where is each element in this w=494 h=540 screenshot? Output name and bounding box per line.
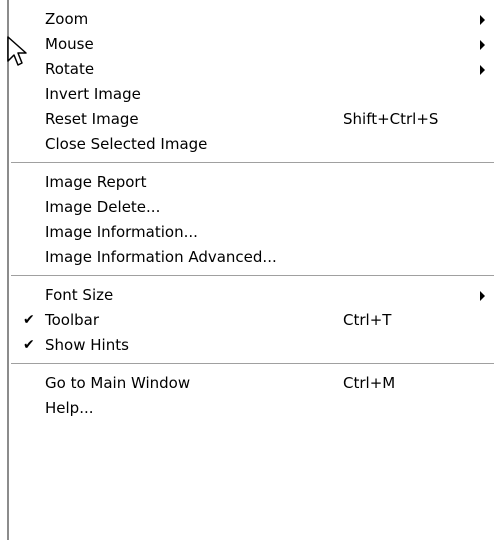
menu-item-label: Image Information... xyxy=(45,223,198,241)
menu-item-mouse[interactable]: Mouse xyxy=(9,32,494,57)
chevron-right-icon xyxy=(480,15,485,25)
menu-item-label: Mouse xyxy=(45,35,94,53)
menu-item-close-selected-image[interactable]: Close Selected Image xyxy=(9,132,494,157)
menu-item-zoom[interactable]: Zoom xyxy=(9,7,494,32)
menu-separator xyxy=(9,358,494,371)
menu-item-rotate[interactable]: Rotate xyxy=(9,57,494,82)
chevron-right-icon xyxy=(480,291,485,301)
menu-item-label: Go to Main Window xyxy=(45,374,191,392)
menu-item-font-size[interactable]: Font Size xyxy=(9,283,494,308)
menu-separator xyxy=(9,157,494,170)
menu-item-image-report[interactable]: Image Report xyxy=(9,170,494,195)
menu-item-label: Reset Image xyxy=(45,110,139,128)
menu-item-label: Show Hints xyxy=(45,336,129,354)
menu-item-label: Rotate xyxy=(45,60,95,78)
menu-item-image-information[interactable]: Image Information... xyxy=(9,220,494,245)
menu-item-label: Image Information Advanced... xyxy=(45,248,277,266)
menu-item-label: Toolbar xyxy=(45,311,100,329)
menu-item-image-information-advanced[interactable]: Image Information Advanced... xyxy=(9,245,494,270)
menu-item-label: Invert Image xyxy=(45,85,141,103)
chevron-right-icon xyxy=(480,65,485,75)
menu-item-label: Close Selected Image xyxy=(45,135,208,153)
menu-item-go-to-main-window[interactable]: Go to Main Window Ctrl+M xyxy=(9,371,494,396)
menu-item-label: Image Delete... xyxy=(45,198,161,216)
menu-separator xyxy=(9,270,494,283)
menu-item-reset-image[interactable]: Reset Image Shift+Ctrl+S xyxy=(9,107,494,132)
menu-item-label: Zoom xyxy=(45,10,89,28)
menu-item-image-delete[interactable]: Image Delete... xyxy=(9,195,494,220)
menu-item-show-hints[interactable]: ✔ Show Hints xyxy=(9,333,494,358)
mouse-pointer-icon xyxy=(7,36,27,66)
menu-item-label: Font Size xyxy=(45,286,114,304)
menu-top-padding xyxy=(9,0,494,7)
menu-item-shortcut: Ctrl+M xyxy=(343,374,396,392)
chevron-right-icon xyxy=(480,40,485,50)
menu-item-shortcut: Ctrl+T xyxy=(343,311,392,329)
menu-item-help[interactable]: Help... xyxy=(9,396,494,421)
menu-item-label: Help... xyxy=(45,399,94,417)
check-icon: ✔ xyxy=(23,337,35,353)
context-menu: Zoom Mouse Rotate Invert Image Reset Ima… xyxy=(7,0,494,540)
check-icon: ✔ xyxy=(23,312,35,328)
menu-item-label: Image Report xyxy=(45,173,147,191)
menu-item-invert-image[interactable]: Invert Image xyxy=(9,82,494,107)
menu-item-toolbar[interactable]: ✔ Toolbar Ctrl+T xyxy=(9,308,494,333)
menu-item-shortcut: Shift+Ctrl+S xyxy=(343,110,439,128)
